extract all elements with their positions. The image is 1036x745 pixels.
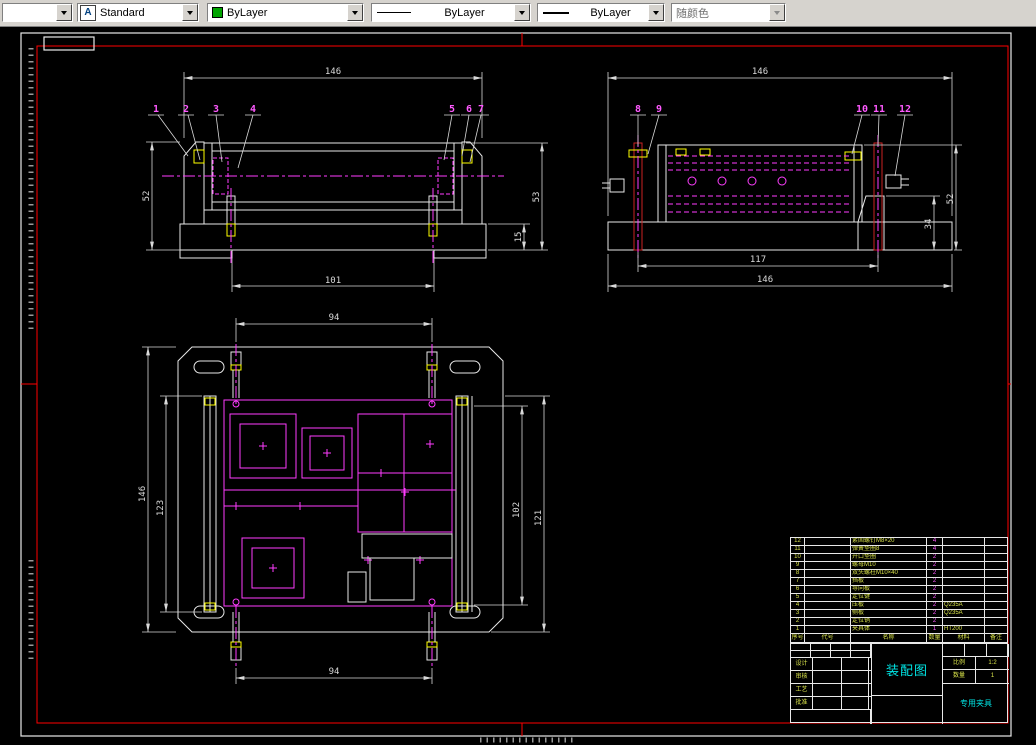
parts-list-row: 6 导向板 2 bbox=[791, 586, 1007, 594]
dim-text: 52 bbox=[946, 194, 956, 205]
parts-list-row: 9 螺母M10 2 bbox=[791, 562, 1007, 570]
col-qty: 数量 bbox=[927, 634, 943, 642]
dim-text: 52 bbox=[142, 191, 152, 202]
dim-text: 121 bbox=[534, 510, 544, 526]
bottom-left-cell bbox=[791, 710, 871, 724]
scale-value: 1:2 bbox=[988, 660, 997, 666]
balloon-number: 3 bbox=[213, 104, 219, 115]
parts-list-row: 4 压板 2 Q235A bbox=[791, 602, 1007, 610]
parts-list-row: 2 定位销 2 bbox=[791, 618, 1007, 626]
title-block: 设计 审核 工艺 批准 装配图 比例 1:2 数量 1 专用夹具 bbox=[790, 643, 1009, 724]
doc-number-cell: 专用夹具 bbox=[943, 684, 1009, 724]
dim-text: 146 bbox=[325, 67, 341, 77]
plotstyle-combo: 随颜色 bbox=[671, 3, 786, 22]
layer-combo[interactable] bbox=[2, 3, 73, 22]
lineweight-combo-value: ByLayer bbox=[590, 6, 631, 19]
color-combo[interactable]: ByLayer bbox=[207, 3, 364, 22]
col-no: 序号 bbox=[791, 634, 805, 642]
balloon-number: 11 bbox=[873, 104, 885, 115]
dim-text: 15 bbox=[514, 232, 524, 243]
chevron-down-icon bbox=[774, 10, 780, 15]
label-craft: 工艺 bbox=[791, 684, 813, 696]
stage-mark-cells bbox=[943, 644, 1009, 657]
col-name: 名称 bbox=[851, 634, 927, 642]
linetype-combo-value: ByLayer bbox=[444, 6, 485, 19]
label-check: 审核 bbox=[791, 671, 813, 683]
label-approve: 批准 bbox=[791, 697, 813, 709]
chevron-down-icon bbox=[352, 10, 358, 15]
dim-text: 146 bbox=[757, 275, 773, 285]
signature-rows: 设计 审核 工艺 批准 bbox=[791, 658, 871, 710]
chevron-down-icon bbox=[61, 10, 67, 15]
title-sub-cell bbox=[871, 696, 943, 724]
balloon-number: 2 bbox=[183, 104, 189, 115]
parts-list-header: 序号 代号 名称 数量 材料 备注 bbox=[790, 633, 1008, 643]
balloon-number: 10 bbox=[856, 104, 868, 115]
text-style-combo[interactable]: A Standard bbox=[77, 3, 199, 22]
parts-list-row: 5 定位键 2 bbox=[791, 594, 1007, 602]
balloon-number: 9 bbox=[656, 104, 662, 115]
revision-row bbox=[791, 651, 871, 658]
col-material: 材料 bbox=[943, 634, 985, 642]
linetype-combo[interactable]: ByLayer bbox=[371, 3, 531, 22]
parts-list: 12 紧固螺钉M8×20 4 11 弹簧垫圈8 4 10 开口垫圈 2 9 螺母… bbox=[790, 537, 1008, 634]
chevron-down-icon bbox=[187, 10, 193, 15]
parts-list-row: 3 侧板 2 Q235A bbox=[791, 610, 1007, 618]
color-combo-value: ByLayer bbox=[227, 6, 268, 19]
dim-text: 94 bbox=[329, 667, 340, 677]
lineweight-combo-arrow[interactable] bbox=[648, 4, 664, 21]
color-swatch-icon bbox=[212, 7, 223, 18]
title-cell: 装配图 bbox=[871, 644, 943, 696]
label-count: 数量 bbox=[943, 670, 976, 683]
plotstyle-combo-arrow bbox=[769, 4, 785, 21]
dim-text: 53 bbox=[532, 192, 542, 203]
chevron-down-icon bbox=[653, 10, 659, 15]
dim-text: 94 bbox=[329, 313, 340, 323]
parts-list-and-titleblock: 12 紧固螺钉M8×20 4 11 弹簧垫圈8 4 10 开口垫圈 2 9 螺母… bbox=[790, 537, 1009, 724]
linetype-combo-arrow[interactable] bbox=[514, 4, 530, 21]
balloon-number: 4 bbox=[250, 104, 256, 115]
dim-text: 101 bbox=[325, 276, 341, 286]
linetype-sample-icon bbox=[377, 12, 411, 13]
color-combo-arrow[interactable] bbox=[347, 4, 363, 21]
dim-text: 102 bbox=[512, 502, 522, 518]
dim-text: 123 bbox=[156, 500, 166, 516]
cad-app-window: 146 52 53 15 101 1 2 3 4 5 6 7 146 117 1… bbox=[0, 0, 1036, 745]
balloon-number: 1 bbox=[153, 104, 159, 115]
count-row: 数量 1 bbox=[943, 670, 1009, 684]
text-style-icon: A bbox=[80, 4, 96, 21]
label-scale: 比例 bbox=[943, 657, 976, 669]
balloon-number: 6 bbox=[466, 104, 472, 115]
dim-text: 146 bbox=[752, 67, 768, 77]
parts-list-row: 7 挡板 2 bbox=[791, 578, 1007, 586]
col-note: 备注 bbox=[989, 635, 1002, 641]
revision-row bbox=[791, 644, 871, 651]
chevron-down-icon bbox=[519, 10, 525, 15]
scale-row: 比例 1:2 bbox=[943, 657, 1009, 670]
parts-list-row: 12 紧固螺钉M8×20 4 bbox=[791, 538, 1007, 546]
properties-toolbar: A Standard ByLayer ByLayer ByLayer 随颜色 bbox=[0, 0, 1036, 27]
dim-text: 34 bbox=[924, 219, 934, 230]
document-name: 专用夹具 bbox=[960, 698, 992, 708]
drawing-title: 装配图 bbox=[885, 663, 928, 678]
balloon-number: 12 bbox=[899, 104, 911, 115]
text-style-combo-value: Standard bbox=[100, 6, 145, 19]
balloon-number: 5 bbox=[449, 104, 455, 115]
parts-list-row: 10 开口垫圈 2 bbox=[791, 554, 1007, 562]
lineweight-sample-icon bbox=[543, 11, 569, 14]
parts-list-row: 11 弹簧垫圈8 4 bbox=[791, 546, 1007, 554]
col-code: 代号 bbox=[805, 634, 851, 642]
balloon-number: 7 bbox=[478, 104, 484, 115]
count-value: 1 bbox=[990, 673, 995, 679]
dim-text: 117 bbox=[750, 255, 766, 265]
dim-text: 146 bbox=[138, 486, 148, 502]
lineweight-combo[interactable]: ByLayer bbox=[537, 3, 665, 22]
label-design: 设计 bbox=[791, 658, 813, 670]
parts-list-row: 8 双头螺柱M10×40 2 bbox=[791, 570, 1007, 578]
layer-combo-arrow[interactable] bbox=[56, 4, 72, 21]
plotstyle-combo-value: 随颜色 bbox=[676, 7, 709, 20]
text-style-combo-arrow[interactable] bbox=[182, 4, 198, 21]
balloon-number: 8 bbox=[635, 104, 641, 115]
